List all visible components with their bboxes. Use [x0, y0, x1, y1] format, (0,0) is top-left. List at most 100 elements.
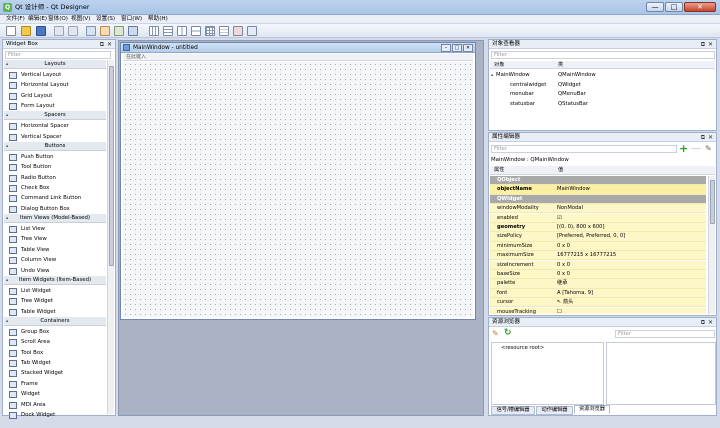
copy-icon[interactable]	[54, 26, 64, 36]
property-value[interactable]: ☐	[557, 308, 562, 314]
float-icon[interactable]: ⧉	[701, 133, 705, 142]
col-class-header[interactable]: 类	[558, 61, 563, 69]
widget-item[interactable]: Command Link Button	[4, 193, 106, 204]
widget-item[interactable]: Grid Layout	[4, 91, 106, 102]
property-row[interactable]: palette 继承	[490, 279, 706, 289]
category-header[interactable]: ▴ Layouts	[4, 60, 106, 69]
form-maximize-button[interactable]: □	[452, 44, 462, 52]
widget-item[interactable]: Horizontal Spacer	[4, 121, 106, 132]
col-value-header[interactable]: 值	[558, 166, 563, 175]
widget-item[interactable]: Tree Widget	[4, 296, 106, 307]
close-icon[interactable]: ✕	[107, 40, 112, 49]
property-row[interactable]: sizeIncrement 0 x 0	[490, 260, 706, 270]
widget-item[interactable]: Vertical Layout	[4, 70, 106, 81]
collapse-arrow-icon[interactable]: ▴	[6, 142, 8, 151]
widget-item[interactable]: Tool Box	[4, 348, 106, 359]
widget-item[interactable]: MDI Area	[4, 400, 106, 411]
close-icon[interactable]: ✕	[708, 133, 713, 142]
property-value[interactable]: ☑	[557, 214, 562, 223]
edit-buddies-icon[interactable]	[114, 26, 124, 36]
property-value[interactable]: [Preferred, Preferred, 0, 0]	[557, 232, 625, 241]
maximize-button[interactable]: □	[665, 2, 683, 12]
collapse-arrow-icon[interactable]: ▴	[6, 111, 8, 120]
widget-item[interactable]: Tab Widget	[4, 358, 106, 369]
close-icon[interactable]: ✕	[708, 40, 713, 49]
object-tree-row[interactable]: menubar QMenuBar	[490, 90, 715, 99]
widget-item[interactable]: Form Layout	[4, 101, 106, 112]
collapse-arrow-icon[interactable]: ▴	[6, 214, 8, 223]
form-minimize-button[interactable]: –	[441, 44, 451, 52]
property-value[interactable]: 0 x 0	[557, 242, 570, 251]
layout-horizontal-icon[interactable]	[149, 26, 159, 36]
resource-view[interactable]	[606, 342, 716, 405]
widget-item[interactable]: Table Widget	[4, 307, 106, 318]
widget-item[interactable]: List View	[4, 224, 106, 235]
object-tree-row[interactable]: centralwidget QWidget	[490, 81, 715, 90]
edit-signals-icon[interactable]	[100, 26, 110, 36]
resource-filter[interactable]: Filter	[615, 330, 715, 338]
object-tree-row[interactable]: statusbar QStatusBar	[490, 100, 715, 109]
form-menubar[interactable]: 在此键入	[123, 54, 473, 61]
tab-action-editor[interactable]: 动作编辑器	[536, 406, 573, 415]
resource-root-item[interactable]: <resource root>	[501, 344, 544, 352]
widget-item[interactable]: Horizontal Layout	[4, 80, 106, 91]
category-header[interactable]: ▴ Spacers	[4, 111, 106, 121]
widget-item[interactable]: Undo View	[4, 266, 106, 277]
property-value[interactable]: 继承	[557, 279, 567, 288]
menu-form[interactable]: 窗体(O)	[48, 15, 68, 24]
property-row[interactable]: geometry [(0, 0), 800 x 600]	[490, 223, 706, 233]
object-tree-row[interactable]: ▴ MainWindow QMainWindow	[490, 71, 715, 80]
layout-form-icon[interactable]	[219, 26, 229, 36]
widget-item[interactable]: Stacked Widget	[4, 368, 106, 379]
widget-item[interactable]: List Widget	[4, 286, 106, 297]
widget-item[interactable]: Dialog Button Box	[4, 204, 106, 215]
edit-taborder-icon[interactable]	[128, 26, 138, 36]
edit-resources-icon[interactable]: ✎	[492, 329, 499, 338]
widget-item[interactable]: Widget	[4, 389, 106, 400]
edit-widgets-icon[interactable]	[86, 26, 96, 36]
scroll-thumb[interactable]	[109, 66, 114, 266]
category-header[interactable]: ▴ Item Widgets (Item-Based)	[4, 276, 106, 285]
widget-item[interactable]: Tree View	[4, 234, 106, 245]
collapse-arrow-icon[interactable]: ▴	[6, 276, 8, 285]
wrench-icon[interactable]: ✎	[705, 144, 712, 153]
property-row[interactable]: objectName MainWindow	[490, 185, 706, 195]
open-icon[interactable]	[21, 26, 31, 36]
widget-item[interactable]: Check Box	[4, 183, 106, 194]
layout-split-vertical-icon[interactable]	[191, 26, 201, 36]
menu-view[interactable]: 视图(V)	[71, 15, 90, 24]
property-group-row[interactable]: QObject	[490, 176, 706, 186]
property-value[interactable]: 0 x 0	[557, 261, 570, 270]
property-group-row[interactable]: QWidget	[490, 194, 706, 205]
property-row[interactable]: maximumSize 16777215 x 16777215	[490, 251, 706, 261]
scroll-thumb[interactable]	[710, 180, 715, 224]
category-header[interactable]: ▴ Containers	[4, 317, 106, 326]
widget-item[interactable]: Push Button	[4, 152, 106, 163]
widget-item[interactable]: Vertical Spacer	[4, 132, 106, 143]
property-row[interactable]: cursor ↖ 箭头	[490, 298, 706, 308]
col-object-header[interactable]: 对象	[494, 61, 504, 69]
minimize-button[interactable]: —	[646, 2, 664, 12]
new-icon[interactable]	[6, 26, 16, 36]
tab-signal-slot-editor[interactable]: 信号/槽编辑器	[491, 406, 535, 415]
widget-item[interactable]: Scroll Area	[4, 337, 106, 348]
category-header[interactable]: ▴ Buttons	[4, 142, 106, 151]
remove-icon[interactable]: —	[691, 143, 701, 154]
menu-window[interactable]: 窗口(W)	[121, 15, 142, 24]
property-row[interactable]: windowModality NonModal	[490, 204, 706, 214]
close-icon[interactable]: ✕	[708, 318, 713, 327]
paste-icon[interactable]	[68, 26, 78, 36]
property-value[interactable]: 16777215 x 16777215	[557, 251, 616, 260]
property-row[interactable]: mouseTracking ☐	[490, 307, 706, 314]
property-row[interactable]: baseSize 0 x 0	[490, 270, 706, 280]
property-value[interactable]: NonModal	[557, 204, 583, 213]
layout-split-horizontal-icon[interactable]	[177, 26, 187, 36]
property-row[interactable]: enabled ☑	[490, 213, 706, 223]
property-row[interactable]: minimumSize 0 x 0	[490, 241, 706, 252]
type-here-placeholder[interactable]: 在此键入	[126, 54, 146, 61]
widget-box-filter[interactable]: Filter	[5, 51, 111, 59]
close-button[interactable]: ✕	[684, 2, 716, 12]
property-filter[interactable]: Filter	[491, 145, 677, 153]
widget-item[interactable]: Table View	[4, 245, 106, 256]
property-value[interactable]: MainWindow	[557, 185, 590, 194]
